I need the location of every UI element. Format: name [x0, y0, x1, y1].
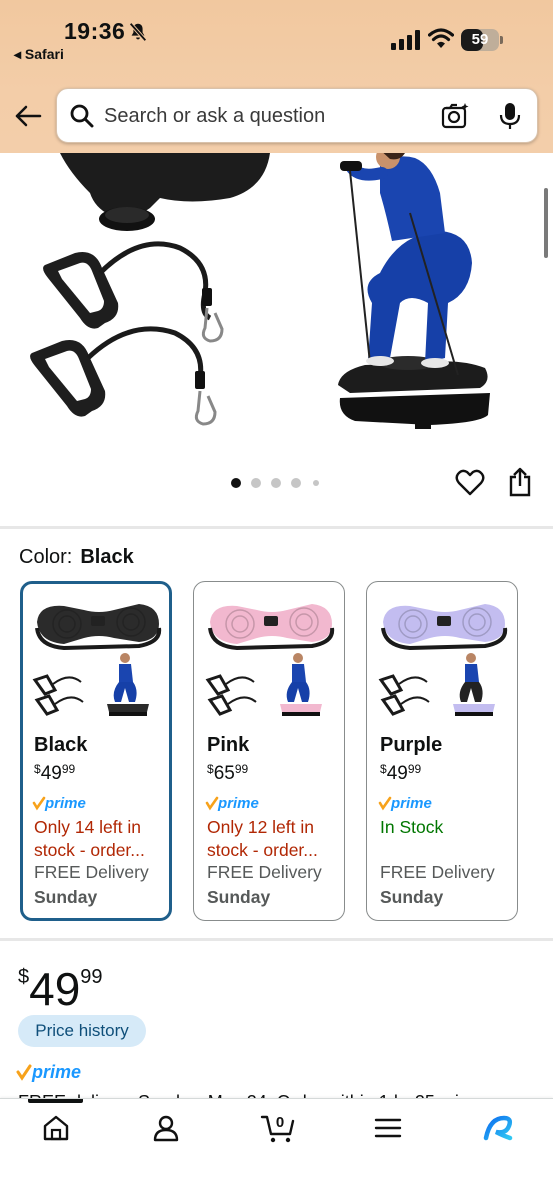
status-time: 19:36: [64, 18, 126, 44]
account-icon[interactable]: [150, 1112, 182, 1144]
swatch-product-image: [32, 604, 162, 716]
color-swatch-pink[interactable]: Pink $6599 prime Only 12 left in stock - …: [193, 581, 345, 921]
swatch-price: $4999: [380, 762, 422, 784]
swatch-price: $4999: [34, 762, 76, 784]
color-swatch-purple[interactable]: Purple $4999 prime In Stock FREE Deliver…: [366, 581, 518, 921]
back-to-safari[interactable]: ◂ Safari: [14, 46, 64, 63]
stock-status: In Stock: [380, 817, 444, 837]
swatch-name: Pink: [207, 734, 250, 756]
camera-search-icon[interactable]: [440, 101, 470, 131]
delivery-label: FREE Delivery: [207, 862, 322, 882]
bell-muted-icon: [129, 22, 147, 42]
swatch-price: $6599: [207, 762, 249, 784]
microphone-icon[interactable]: [497, 101, 523, 131]
cart-icon[interactable]: 0: [260, 1109, 296, 1145]
selected-color: Black: [80, 546, 134, 568]
svg-text:prime: prime: [44, 795, 86, 812]
search-icon: [70, 104, 94, 128]
menu-icon[interactable]: [372, 1112, 404, 1144]
stock-status: Only 14 left in stock - order...: [34, 817, 145, 860]
svg-text:prime: prime: [217, 795, 259, 812]
delivery-day: Sunday: [34, 887, 98, 907]
back-arrow-icon[interactable]: [12, 100, 44, 132]
delivery-day: Sunday: [207, 887, 271, 907]
scroll-indicator: [544, 188, 548, 258]
swatch-product-image: [205, 604, 335, 716]
active-tab-indicator: [28, 1099, 83, 1103]
price-history-button[interactable]: Price history: [18, 1015, 146, 1047]
heart-icon[interactable]: [455, 468, 485, 498]
gallery-dot[interactable]: [231, 478, 241, 488]
color-label: Color: Black: [19, 546, 134, 568]
svg-text:prime: prime: [31, 1062, 81, 1082]
home-icon[interactable]: [40, 1112, 72, 1144]
signal-icon: [391, 30, 420, 50]
prime-logo: prime: [205, 795, 259, 812]
search-input[interactable]: Search or ask a question: [104, 105, 325, 128]
swatch-name: Black: [34, 734, 88, 756]
gallery-dot[interactable]: [271, 478, 281, 488]
cart-count: 0: [276, 1114, 284, 1131]
share-icon[interactable]: [507, 466, 533, 498]
gallery-dot[interactable]: [313, 480, 319, 486]
search-bar[interactable]: Search or ask a question: [56, 88, 538, 143]
battery-indicator: 59: [461, 29, 503, 51]
section-divider: [0, 526, 553, 529]
swatch-name: Purple: [380, 734, 443, 756]
svg-text:prime: prime: [390, 795, 432, 812]
main-price: $4999: [18, 963, 103, 1015]
delivery-label: FREE Delivery: [34, 862, 149, 882]
prime-logo: prime: [378, 795, 432, 812]
color-swatch-black[interactable]: Black $4999 prime Only 14 left in stock -…: [20, 581, 172, 921]
stock-status: Only 12 left in stock - order...: [207, 817, 318, 860]
prime-logo: prime: [32, 795, 86, 812]
wifi-icon: [428, 28, 454, 48]
delivery-label: FREE Delivery: [380, 862, 495, 882]
gallery-dot[interactable]: [251, 478, 261, 488]
delivery-day: Sunday: [380, 887, 444, 907]
rufus-icon[interactable]: [482, 1112, 514, 1144]
top-header: 19:36 ◂ Safari 59 Search or ask a questi…: [0, 0, 553, 153]
section-divider: [0, 938, 553, 941]
gallery-dot[interactable]: [291, 478, 301, 488]
swatch-product-image: [378, 604, 508, 716]
prime-logo: prime: [16, 1062, 81, 1082]
bottom-navigation: 0: [0, 1098, 553, 1200]
